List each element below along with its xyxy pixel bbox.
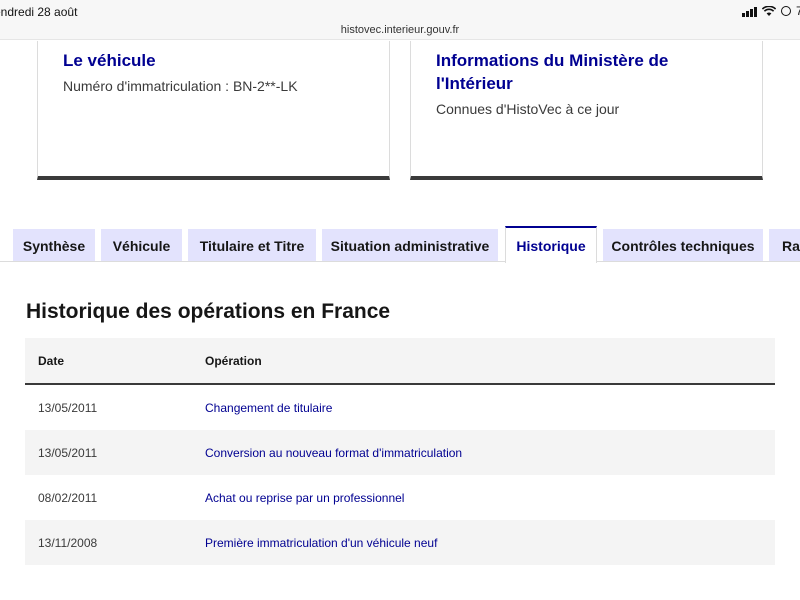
registration-number: Numéro d'immatriculation : BN-2**-LK <box>63 78 298 94</box>
vehicle-card: Le véhicule Numéro d'immatriculation : B… <box>37 41 390 180</box>
wifi-icon <box>761 5 776 16</box>
history-title: Historique des opérations en France <box>26 300 391 323</box>
row-date: 08/02/2011 <box>38 490 98 505</box>
orientation-lock-icon <box>780 6 791 16</box>
row-date: 13/05/2011 <box>38 400 98 415</box>
table-row: 13/11/2008 Première immatriculation d'un… <box>25 520 775 565</box>
battery-text: 7: <box>795 4 800 18</box>
row-operation: Changement de titulaire <box>205 400 333 415</box>
tab-situation-administrative[interactable]: Situation administrative <box>322 229 498 262</box>
url-text: histovec.interieur.gouv.fr <box>340 24 460 36</box>
table-row: 13/05/2011 Conversion au nouveau format … <box>25 430 775 475</box>
ministry-card-title: Informations du Ministère de l'Intérieur <box>436 51 669 93</box>
row-operation: Première immatriculation d'un véhicule n… <box>205 535 438 550</box>
ministry-card: Informations du Ministère de l'Intérieur… <box>410 41 763 180</box>
tab-controles-techniques[interactable]: Contrôles techniques <box>603 229 763 262</box>
history-panel: Historique des opérations en France Date… <box>0 261 800 600</box>
ministry-card-subtitle: Connues d'HistoVec à ce jour <box>436 101 620 117</box>
signal-icon <box>741 6 757 17</box>
tab-vehicule[interactable]: Véhicule <box>101 229 182 262</box>
table-row: 08/02/2011 Achat ou reprise par un profe… <box>25 475 775 520</box>
tab-titulaire-titre[interactable]: Titulaire et Titre <box>188 229 316 262</box>
row-operation: Achat ou reprise par un professionnel <box>205 490 405 505</box>
table-row: 13/05/2011 Changement de titulaire <box>25 385 775 430</box>
tab-bar: Synthèse Véhicule Titulaire et Titre Sit… <box>0 226 800 263</box>
column-header-operation: Opération <box>205 353 262 368</box>
vehicle-card-title: Le véhicule <box>63 51 156 70</box>
tab-synthese[interactable]: Synthèse <box>13 229 95 262</box>
status-bar: endredi 28 août 7: <box>0 0 800 22</box>
table-header: Date Opération <box>25 338 775 385</box>
row-date: 13/05/2011 <box>38 445 98 460</box>
row-operation: Conversion au nouveau format d'immatricu… <box>205 445 463 460</box>
tab-rapport[interactable]: Rap <box>769 229 800 262</box>
status-date: endredi 28 août <box>0 5 78 19</box>
row-date: 13/11/2008 <box>38 535 98 550</box>
history-table: Date Opération 13/05/2011 Changement de … <box>25 338 775 565</box>
status-icons: 7: <box>741 4 800 18</box>
tab-historique[interactable]: Historique <box>505 226 597 263</box>
address-bar[interactable]: histovec.interieur.gouv.fr <box>0 22 800 40</box>
column-header-date: Date <box>38 353 65 368</box>
